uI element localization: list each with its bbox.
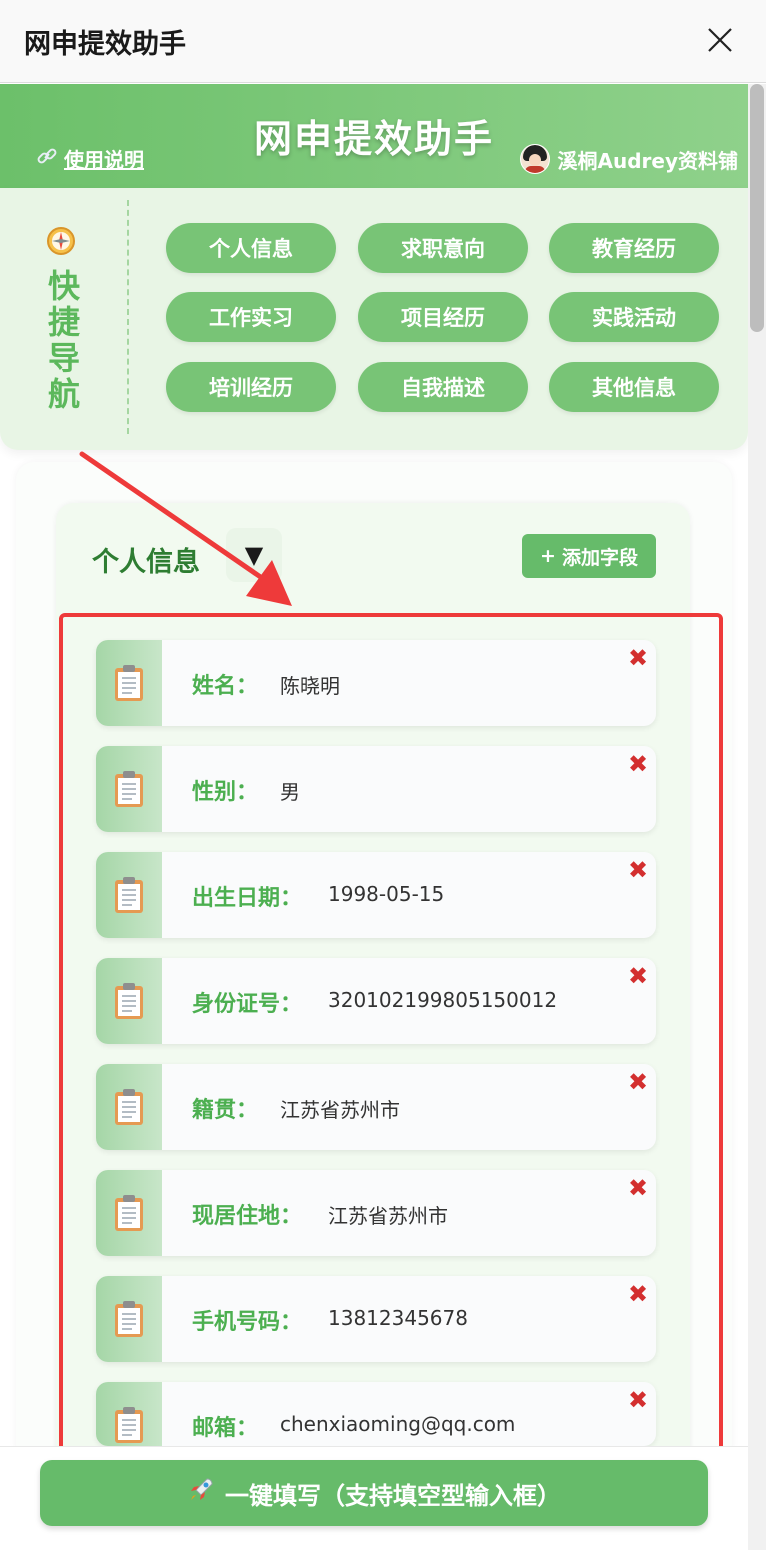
field-value[interactable]: 江苏省苏州市: [328, 1200, 448, 1229]
nav-item-education[interactable]: 教育经历: [549, 223, 719, 273]
field-value[interactable]: 陈晓明: [280, 670, 340, 699]
clipboard-icon: [114, 1300, 144, 1338]
quick-nav-label: 快捷导航: [47, 267, 80, 413]
compass-icon: [46, 226, 76, 256]
avatar: [519, 144, 550, 174]
plus-icon: +: [540, 545, 556, 567]
nav-divider: [127, 200, 129, 434]
clipboard-icon: [114, 664, 144, 702]
nav-item-other[interactable]: 其他信息: [549, 362, 719, 412]
delete-field-icon[interactable]: ✖: [628, 962, 648, 990]
field-row: 身份证号： 320102199805150012 ✖: [96, 958, 656, 1044]
field-row: 性别： 男 ✖: [96, 746, 656, 832]
nav-item-work[interactable]: 工作实习: [166, 292, 336, 342]
field-value[interactable]: 江苏省苏州市: [280, 1094, 400, 1123]
delete-field-icon[interactable]: ✖: [628, 644, 648, 672]
quick-nav-panel: 快捷导航 个人信息 求职意向 教育经历 工作实习 项目经历 实践活动 培训经历 …: [0, 188, 748, 450]
field-icon-box: [96, 640, 162, 726]
delete-field-icon[interactable]: ✖: [628, 1280, 648, 1308]
clipboard-icon: [114, 770, 144, 808]
help-link-label: 使用说明: [64, 148, 144, 172]
field-icon-box: [96, 1064, 162, 1150]
field-row: 姓名： 陈晓明 ✖: [96, 640, 656, 726]
author-badge: 溪桐Audrey资料铺: [519, 144, 739, 174]
field-value[interactable]: 13812345678: [328, 1306, 468, 1330]
delete-field-icon[interactable]: ✖: [628, 1174, 648, 1202]
close-icon[interactable]: [700, 20, 740, 60]
field-label: 出生日期：: [192, 886, 303, 911]
field-label: 性别：: [192, 780, 259, 805]
field-label: 身份证号：: [192, 992, 303, 1017]
field-icon-box: [96, 1170, 162, 1256]
clipboard-icon: [114, 982, 144, 1020]
link-icon: [36, 145, 58, 172]
field-label: 籍贯：: [192, 1098, 259, 1123]
header-banner: 网申提效助手 使用说明 溪桐Audrey资料铺: [0, 84, 748, 188]
delete-field-icon[interactable]: ✖: [628, 1068, 648, 1096]
field-icon-box: [96, 1382, 162, 1446]
field-label: 邮箱：: [192, 1416, 259, 1441]
window-title: 网申提效助手: [24, 29, 186, 60]
field-label: 现居住地：: [192, 1204, 303, 1229]
triangle-down-icon: ▼: [244, 541, 264, 569]
scrollbar[interactable]: [748, 84, 766, 1550]
field-value[interactable]: 320102199805150012: [328, 988, 557, 1012]
clipboard-icon: [114, 876, 144, 914]
nav-item-training[interactable]: 培训经历: [166, 362, 336, 412]
nav-item-self-description[interactable]: 自我描述: [358, 362, 528, 412]
field-icon-box: [96, 746, 162, 832]
delete-field-icon[interactable]: ✖: [628, 750, 648, 778]
field-row: 邮箱： chenxiaoming@qq.com ✖: [96, 1382, 656, 1446]
delete-field-icon[interactable]: ✖: [628, 1386, 648, 1414]
clipboard-icon: [114, 1194, 144, 1232]
nav-item-activities[interactable]: 实践活动: [549, 292, 719, 342]
nav-item-projects[interactable]: 项目经历: [358, 292, 528, 342]
help-link[interactable]: 使用说明: [36, 144, 144, 173]
clipboard-icon: [114, 1406, 144, 1444]
field-label: 姓名：: [192, 674, 259, 699]
auto-fill-button[interactable]: 一键填写（支持填空型输入框）: [40, 1460, 708, 1526]
clipboard-icon: [114, 1088, 144, 1126]
field-icon-box: [96, 958, 162, 1044]
window-titlebar: 网申提效助手: [0, 0, 766, 83]
field-icon-box: [96, 852, 162, 938]
auto-fill-label: 一键填写（支持填空型输入框）: [225, 1481, 561, 1510]
field-row: 手机号码： 13812345678 ✖: [96, 1276, 656, 1362]
field-value[interactable]: 1998-05-15: [328, 882, 444, 906]
nav-item-personal[interactable]: 个人信息: [166, 223, 336, 273]
field-value[interactable]: chenxiaoming@qq.com: [280, 1412, 515, 1436]
field-row: 出生日期： 1998-05-15 ✖: [96, 852, 656, 938]
scrollbar-thumb[interactable]: [750, 84, 764, 332]
field-row: 现居住地： 江苏省苏州市 ✖: [96, 1170, 656, 1256]
field-row: 籍贯： 江苏省苏州市 ✖: [96, 1064, 656, 1150]
add-field-button[interactable]: + 添加字段: [522, 534, 656, 578]
delete-field-icon[interactable]: ✖: [628, 856, 648, 884]
author-name: 溪桐Audrey资料铺: [557, 148, 739, 173]
section-title: 个人信息: [92, 547, 200, 578]
add-field-label: 添加字段: [561, 546, 638, 569]
nav-item-job-intention[interactable]: 求职意向: [358, 223, 528, 273]
field-value[interactable]: 男: [280, 776, 300, 805]
field-icon-box: [96, 1276, 162, 1362]
collapse-toggle-button[interactable]: ▼: [226, 528, 282, 582]
rocket-icon: [187, 1476, 215, 1510]
field-label: 手机号码：: [192, 1310, 303, 1335]
